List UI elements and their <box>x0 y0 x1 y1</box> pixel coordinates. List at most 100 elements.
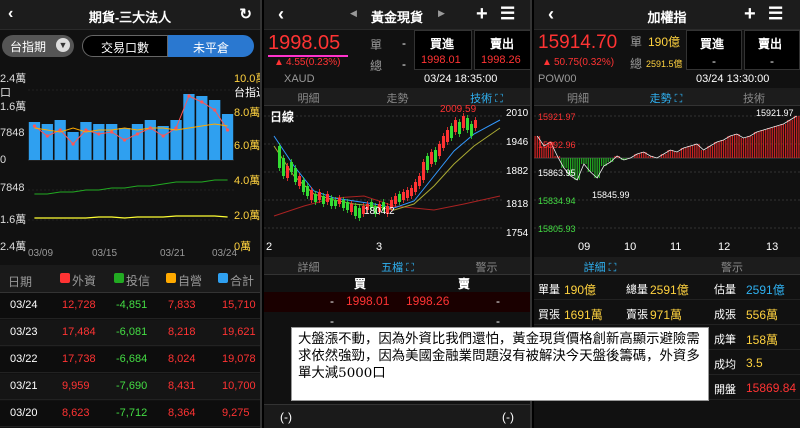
candle-body <box>318 192 321 200</box>
symbol-code: POW00 <box>538 73 577 85</box>
candle-body <box>286 166 289 178</box>
menu-icon[interactable]: ☰ <box>768 4 783 24</box>
tab-trend[interactable]: 走勢 ⛶ <box>622 90 710 106</box>
tab-alert[interactable]: 警示 <box>666 259 798 275</box>
table-row[interactable]: 03/20 8,623 -7,712 8,364 9,275 <box>0 401 260 427</box>
trust-cell: -4,851 <box>116 299 148 311</box>
buy-price: 1998.01 <box>421 54 461 66</box>
stat-label: 估量 <box>714 284 736 296</box>
total-bar <box>80 122 92 160</box>
stat-value: 2591億 <box>746 283 785 297</box>
total-legend-icon <box>218 273 228 283</box>
stats-row: 買張 1691萬 賣張 971萬 成張 556萬 <box>534 300 800 325</box>
table-row[interactable]: 03/21 9,959 -7,690 8,431 10,700 <box>0 374 260 400</box>
stat-value: 3.5 <box>746 356 763 370</box>
tab-detail[interactable]: 明細 <box>534 90 622 106</box>
menu-icon[interactable]: ☰ <box>500 4 515 24</box>
stat-label: 總量 <box>626 284 648 296</box>
x-axis-label: 11 <box>670 241 682 253</box>
add-icon[interactable]: + <box>476 3 488 26</box>
candle-body <box>342 200 345 208</box>
up-triangle-icon: ▲ <box>274 57 284 68</box>
total-bar <box>170 120 182 160</box>
foreign-point <box>110 130 114 134</box>
trust-line <box>34 179 228 195</box>
total-cell: 10,700 <box>222 380 256 392</box>
tab-alert[interactable]: 警示 <box>442 259 530 275</box>
index-selector[interactable]: 台指期 ▼ <box>2 35 74 57</box>
stat-value: 15869.84 <box>746 381 797 395</box>
add-icon[interactable]: + <box>744 3 756 26</box>
foreign-point <box>32 124 37 128</box>
ask-box[interactable]: 賣出 1998.26 <box>474 30 530 70</box>
tab-detail[interactable]: 明細 <box>264 90 353 106</box>
footer-left-value: (-) <box>280 410 292 424</box>
high-label: 15921.97 <box>756 108 794 118</box>
table-row[interactable]: 03/24 12,728 -4,851 7,833 15,710 <box>0 293 260 319</box>
tab-technical[interactable]: 技術 <box>710 90 798 106</box>
foreign-point <box>58 128 62 132</box>
low-label: 15845.99 <box>592 190 630 200</box>
stat-label: 單量 <box>538 284 560 296</box>
candle-body <box>306 186 309 196</box>
candle-body <box>282 158 285 176</box>
bid-box[interactable]: 買進 1998.01 <box>414 30 472 70</box>
chart-tabs: 明細 走勢 技術 ⛶ <box>264 88 530 106</box>
tab-trend-label: 走勢 <box>649 93 672 105</box>
expand-icon: ⛶ <box>406 262 414 274</box>
table-row[interactable]: 03/23 17,484 -6,081 8,218 19,621 <box>0 320 260 346</box>
expand-icon: ⛶ <box>674 93 683 105</box>
total-bar <box>144 120 156 160</box>
candle-body <box>406 190 409 198</box>
total-bar <box>28 122 41 160</box>
stat-label: 賣張 <box>626 309 648 321</box>
page-title: 期貨-三大法人 <box>88 10 172 25</box>
stat-label: 買張 <box>538 309 560 321</box>
order-sell-price: 1998.26 <box>406 294 450 308</box>
bid-box[interactable]: 買進 - <box>686 30 742 70</box>
page-title: 加權指 <box>647 10 687 25</box>
tab-detail-info[interactable]: 詳細 <box>264 259 353 275</box>
tab-detail-info[interactable]: 詳細 ⛶ <box>534 259 666 275</box>
candle-body <box>410 188 413 196</box>
total-header: 合計 <box>230 274 255 288</box>
candle-body <box>330 198 333 206</box>
sell-label: 賣出 <box>758 37 783 51</box>
high-label: 2009.59 <box>440 104 477 115</box>
total-bar <box>54 120 66 160</box>
foreign-cell: 17,484 <box>62 326 96 338</box>
candle-body <box>458 122 461 134</box>
total-value: 2591.5億 <box>646 59 683 69</box>
gold-candlestick-chart <box>264 113 502 229</box>
dealer-cell: 8,218 <box>168 326 196 338</box>
stat-value: 158萬 <box>746 333 779 347</box>
stat-value: 1691萬 <box>564 308 603 322</box>
up-triangle-icon: ▲ <box>542 57 552 68</box>
index-value: 15914.70 <box>538 32 618 53</box>
y-axis-label: 15892.96 <box>538 140 576 150</box>
candle-body <box>398 194 401 202</box>
foreign-point <box>71 142 75 146</box>
total-bars <box>28 94 234 160</box>
expand-icon: ⛶ <box>608 262 617 274</box>
open-interest-tab[interactable]: 未平倉 <box>168 35 254 57</box>
tab-trend[interactable]: 走勢 <box>353 90 442 106</box>
buy-volume: - <box>330 314 334 328</box>
candle-body <box>358 208 361 218</box>
trade-volume-tab[interactable]: 交易口數 <box>82 35 168 57</box>
trust-cell: -6,081 <box>116 326 148 338</box>
refresh-icon[interactable]: ↻ <box>239 5 252 23</box>
table-row[interactable]: 03/22 17,738 -6,684 8,024 19,078 <box>0 347 260 373</box>
sell-value: - <box>770 54 774 68</box>
stat-value: 556萬 <box>746 308 779 322</box>
tab-order-book[interactable]: 五檔 ⛶ <box>353 259 442 275</box>
candle-body <box>338 198 341 204</box>
left-axis-label: 7848 <box>0 127 25 139</box>
y-axis-label: 15921.97 <box>538 112 576 122</box>
right-axis-label: 2.0萬 <box>234 210 261 222</box>
ask-box[interactable]: 賣出 - <box>744 30 800 70</box>
candle-body <box>402 192 405 200</box>
dealer-cell: 8,364 <box>168 407 196 419</box>
next-arrow-icon[interactable]: ▶ <box>438 8 445 19</box>
institutional-futures-panel: ‹ 期貨-三大法人 ↻ 台指期 ▼ 交易口數 未平倉 2.4萬 口 1.6萬 7… <box>0 0 262 428</box>
